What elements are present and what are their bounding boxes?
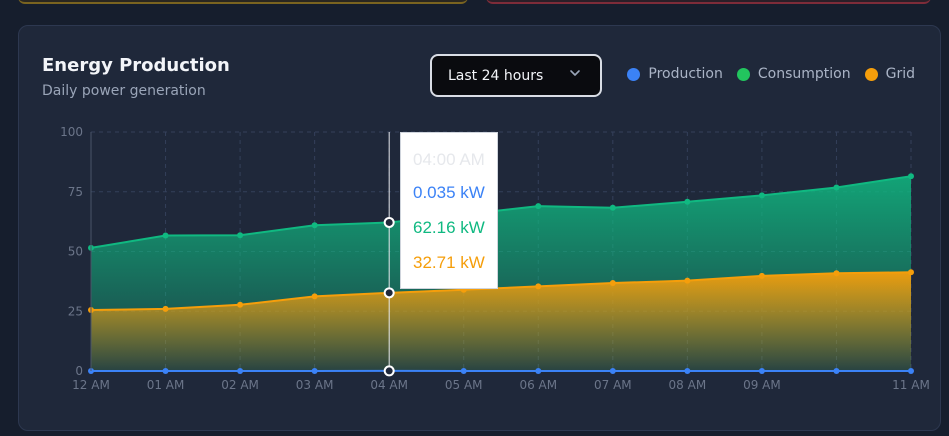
y-tick-label: 100 (60, 125, 83, 139)
grid-point (833, 270, 840, 277)
grid-point-active (383, 287, 395, 299)
consumption-point (908, 173, 914, 180)
chart-tooltip: 04:00 AM 0.035 kW 62.16 kW 32.71 kW (400, 132, 498, 289)
production-point (908, 368, 914, 374)
x-tick-label: 09 AM (743, 378, 781, 392)
x-tick-label: 11 AM (892, 378, 930, 392)
x-tick-label: 04 AM (370, 378, 408, 392)
production-point (460, 368, 467, 374)
grid-point (162, 305, 169, 312)
tooltip-production: 0.035 kW (413, 183, 485, 202)
consumption-point (609, 204, 616, 211)
consumption-point (684, 198, 691, 205)
production-point (684, 368, 691, 374)
production-point (833, 368, 840, 374)
tooltip-grid: 32.71 kW (413, 253, 485, 272)
grid-point (908, 269, 914, 276)
consumption-point (162, 232, 169, 239)
grid-point (535, 283, 542, 290)
grid-point (609, 280, 616, 287)
production-point (162, 368, 169, 374)
y-tick-label: 75 (68, 185, 83, 199)
grid-point (758, 272, 765, 279)
x-tick-label: 02 AM (221, 378, 259, 392)
y-tick-label: 25 (68, 304, 83, 318)
y-tick-label: 0 (75, 364, 83, 378)
x-tick-label: 05 AM (445, 378, 483, 392)
production-point (311, 368, 318, 374)
y-tick-label: 50 (68, 245, 83, 259)
consumption-point-active (383, 216, 395, 228)
consumption-point (237, 232, 244, 239)
top-card-left (18, 0, 468, 4)
consumption-point (758, 192, 765, 199)
production-point (237, 368, 244, 374)
consumption-point (535, 203, 542, 210)
x-tick-label: 06 AM (519, 378, 557, 392)
tooltip-consumption: 62.16 kW (413, 218, 485, 237)
consumption-point (311, 222, 318, 229)
x-tick-label: 12 AM (72, 378, 110, 392)
production-point-active (383, 365, 395, 377)
x-tick-label: 01 AM (147, 378, 185, 392)
x-tick-label: 03 AM (296, 378, 334, 392)
grid-point (237, 301, 244, 308)
consumption-point (833, 184, 840, 191)
tooltip-time: 04:00 AM (413, 150, 485, 169)
x-tick-label: 07 AM (594, 378, 632, 392)
production-point (535, 368, 542, 374)
top-card-right (486, 0, 931, 4)
production-point (609, 368, 616, 374)
grid-point (311, 293, 318, 300)
energy-production-card: Energy Production Daily power generation… (18, 25, 941, 431)
x-tick-label: 08 AM (669, 378, 707, 392)
grid-point (684, 277, 691, 284)
production-point (758, 368, 765, 374)
